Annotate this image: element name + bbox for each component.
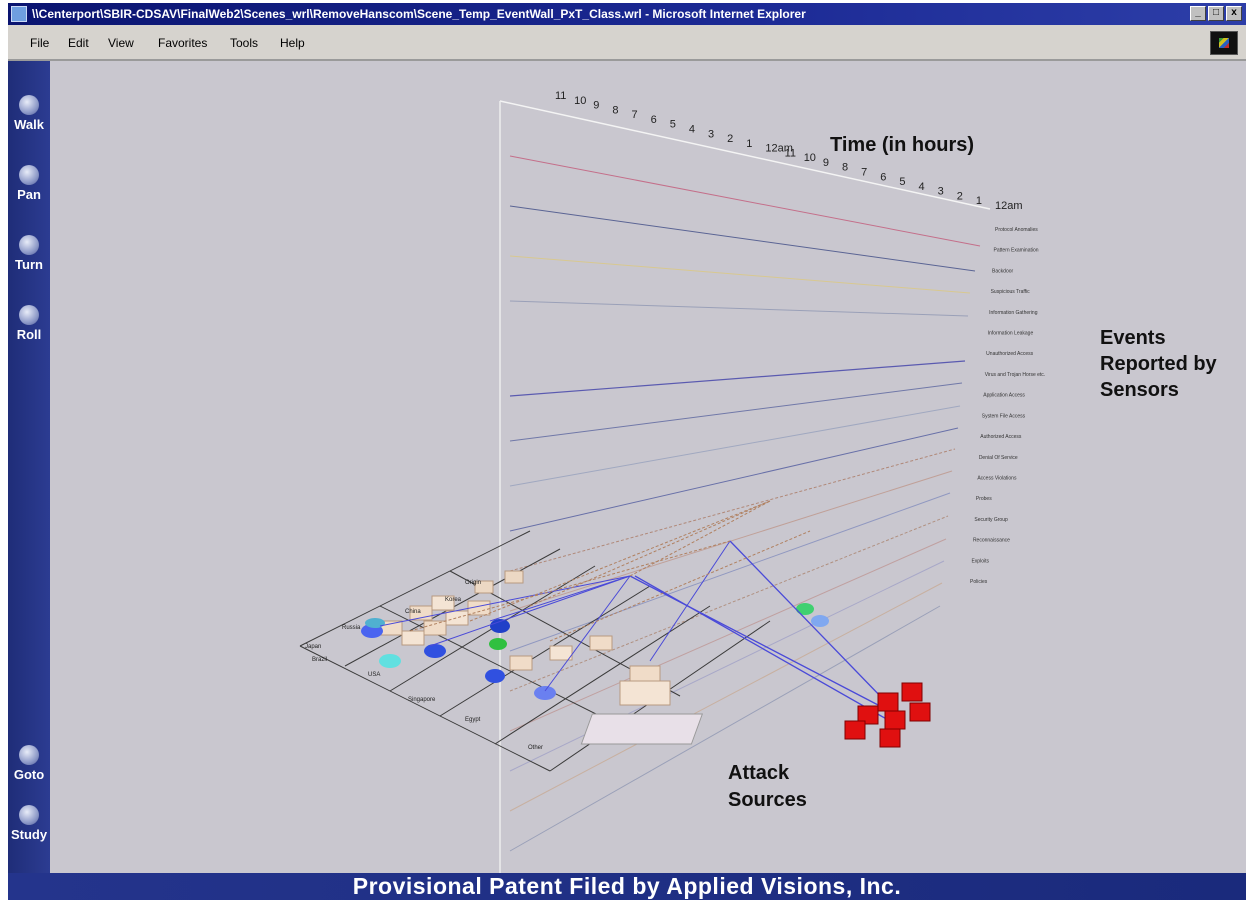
study-button[interactable]: Study	[8, 805, 50, 842]
goto-label: Goto	[13, 767, 45, 782]
time-tick: 8	[612, 104, 618, 116]
event-category-label: Information Gathering	[989, 310, 1038, 316]
time-tick: 6	[651, 114, 657, 126]
menu-file[interactable]: File	[30, 36, 49, 50]
time-tick: 7	[632, 109, 638, 121]
event-category-label: Protocol Anomalies	[995, 227, 1038, 233]
time-tick: 4	[918, 181, 924, 193]
pan-label: Pan	[17, 187, 41, 202]
event-category-label: Reconnaissance	[973, 538, 1010, 544]
walk-label: Walk	[14, 117, 44, 132]
time-tick: 6	[880, 171, 886, 183]
time-tick: 4	[689, 123, 695, 135]
source-label: Brazil	[312, 657, 327, 663]
menu-tools[interactable]: Tools	[230, 36, 258, 50]
pan-button[interactable]: Pan	[8, 165, 50, 202]
windows-logo-icon	[1210, 31, 1238, 55]
event-category-label: Suspicious Traffic	[991, 289, 1031, 295]
roll-icon	[19, 305, 39, 325]
study-icon	[19, 805, 39, 825]
time-tick: 11	[555, 90, 566, 102]
time-axis-label: Time (in hours)	[830, 134, 974, 156]
time-tick: 10	[574, 95, 586, 107]
roll-label: Roll	[16, 327, 42, 342]
source-label: Other	[528, 745, 543, 751]
event-category-label: Security Group	[974, 517, 1008, 523]
menu-help[interactable]: Help	[280, 36, 305, 50]
source-label: China	[405, 609, 421, 615]
time-tick: 11	[785, 147, 796, 159]
event-category-label: Pattern Examination	[994, 248, 1039, 254]
event-category-label: Access Violations	[977, 475, 1017, 481]
attack-label-line1: Attack	[728, 762, 790, 784]
roll-button[interactable]: Roll	[8, 305, 50, 342]
title-bar: \\Centerport\SBIR-CDSAV\FinalWeb2\Scenes…	[8, 3, 1246, 25]
time-tick: 2	[727, 133, 733, 145]
event-category-labels: Protocol Anomalies Pattern Examination Bac…	[970, 227, 1045, 585]
event-category-label: Probes	[976, 496, 992, 502]
window-title: \\Centerport\SBIR-CDSAV\FinalWeb2\Scenes…	[32, 7, 806, 21]
time-tick: 9	[823, 157, 829, 169]
event-wall	[499, 100, 991, 873]
event-category-label: Application Access	[983, 393, 1025, 399]
time-tick: 5	[899, 176, 905, 188]
time-tick: 1	[746, 138, 752, 150]
walk-icon	[19, 95, 39, 115]
study-label: Study	[10, 827, 48, 842]
close-button[interactable]: x	[1226, 6, 1242, 21]
pan-icon	[19, 165, 39, 185]
time-tick: 12am	[995, 200, 1023, 212]
events-label-line3: Sensors	[1100, 379, 1179, 401]
time-tick: 1	[976, 195, 982, 207]
source-label: USA	[368, 672, 380, 678]
scene-canvas[interactable]: Time (in hours) Events Reported by Senso…	[50, 61, 1246, 873]
event-category-label: Policies	[970, 579, 988, 585]
time-tick: 3	[938, 186, 944, 198]
time-tick: 10	[804, 152, 816, 164]
source-label: Singapore	[408, 697, 436, 703]
time-tick: 3	[708, 128, 714, 140]
ie-app-icon[interactable]	[11, 6, 27, 22]
turn-label: Turn	[15, 257, 43, 272]
source-label: Origin	[465, 580, 481, 586]
event-category-label: System File Access	[982, 413, 1026, 419]
window-controls: _ □ x	[1190, 6, 1242, 21]
floor-grid	[299, 530, 771, 772]
turn-button[interactable]: Turn	[8, 235, 50, 272]
event-category-label: Exploits	[971, 558, 989, 564]
source-label: Egypt	[465, 717, 481, 723]
attack-label-line2: Sources	[728, 789, 807, 811]
event-category-label: Backdoor	[992, 268, 1013, 274]
vrml-3d-viewport[interactable]: Time (in hours) Events Reported by Senso…	[50, 61, 1246, 873]
maximize-button[interactable]: □	[1208, 6, 1224, 21]
turn-icon	[19, 235, 39, 255]
source-label: Russia	[342, 625, 361, 631]
walk-button[interactable]: Walk	[8, 95, 50, 132]
event-category-label: Information Leakage	[988, 331, 1034, 337]
minimize-button[interactable]: _	[1190, 6, 1206, 21]
source-label: Korea	[445, 597, 462, 603]
time-tick: 9	[593, 100, 599, 112]
event-category-label: Authorized Access	[980, 434, 1022, 440]
event-category-label: Unauthorized Access	[986, 351, 1033, 357]
time-tick: 5	[670, 119, 676, 131]
events-label-line1: Events	[1100, 327, 1166, 349]
browser-window: \\Centerport\SBIR-CDSAV\FinalWeb2\Scenes…	[8, 3, 1246, 900]
time-tick: 7	[861, 167, 867, 179]
time-tick: 8	[842, 162, 848, 174]
menu-view[interactable]: View	[108, 36, 134, 50]
vrml-navigation-bar: Walk Pan Turn Roll Goto Study	[8, 61, 50, 873]
time-tick: 2	[957, 190, 963, 202]
goto-button[interactable]: Goto	[8, 745, 50, 782]
source-label: Japan	[305, 644, 321, 650]
event-category-label: Denial Of Service	[979, 455, 1018, 461]
event-category-label: Virus and Trojan Horse etc.	[985, 372, 1045, 378]
menu-edit[interactable]: Edit	[68, 36, 89, 50]
goto-icon	[19, 745, 39, 765]
menu-bar: File Edit View Favorites Tools Help	[8, 25, 1246, 61]
status-bar: Provisional Patent Filed by Applied Visi…	[8, 873, 1246, 900]
events-label-line2: Reported by	[1100, 353, 1218, 375]
menu-favorites[interactable]: Favorites	[158, 36, 207, 50]
patent-banner: Provisional Patent Filed by Applied Visi…	[352, 873, 902, 899]
